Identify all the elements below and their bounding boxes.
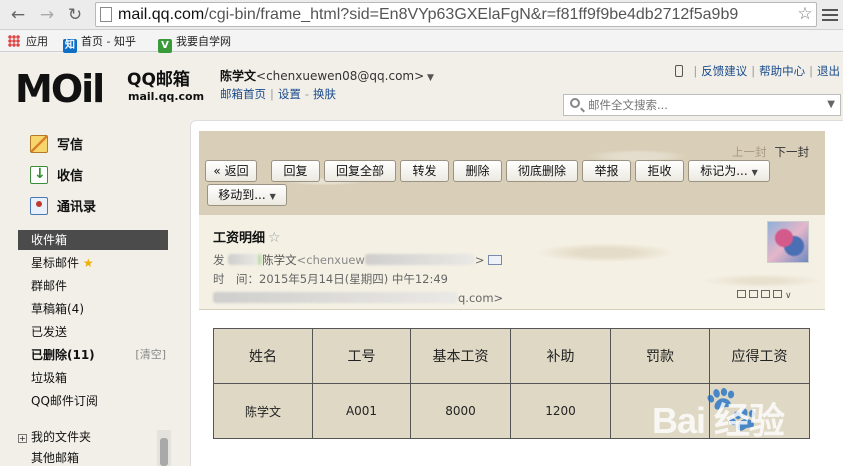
link-help[interactable]: 帮助中心 [759,64,805,78]
expand-icon[interactable]: + [18,434,27,443]
redacted-block [364,254,475,265]
chevron-down-icon: ▼ [751,168,758,177]
reject-button[interactable]: 拒收 [635,160,684,182]
move-to-button[interactable]: 移动到... ▼ [207,184,287,206]
download-icon[interactable] [761,290,770,298]
print-icon[interactable] [773,290,782,298]
receive-button[interactable]: 收信 [30,164,83,186]
back-arrow-icon[interactable]: ← [6,3,30,27]
redacted-block [228,254,259,265]
recipient-line: q.com> [213,290,503,306]
address-card-icon[interactable] [488,255,503,265]
zixue-icon: V [158,39,172,53]
mark-as-button[interactable]: 标记为... ▼ [688,160,770,182]
table-cell: A001 [312,383,411,439]
mail-header: MOil QQ邮箱 mail.qq.com 陈学文<chenxuewen08@q… [0,53,843,120]
baidu-watermark: 🐾 Bai 经验 jingyan.baidu.com [652,383,786,453]
sender-line: 发 陈学文<chenxuew > [213,252,503,268]
bookmark-zhihu[interactable]: 知首页 - 知乎 [63,33,136,53]
apps-grid-icon [8,35,20,47]
search-dropdown-icon[interactable]: ▼ [827,99,835,110]
link-settings[interactable]: 设置 [278,87,301,101]
bookmark-apps[interactable]: 应用 [8,33,48,50]
table-header-row: 姓名 工号 基本工资 补助 罚款 应得工资 [213,328,810,384]
url-text: mail.qq.com/cgi-bin/frame_html?sid=En8VY… [118,6,739,23]
write-icon [30,135,48,153]
qqmail-logo[interactable]: MOil [15,69,105,109]
forward-button[interactable]: 转发 [400,160,449,182]
report-button[interactable]: 举报 [582,160,631,182]
link-feedback[interactable]: 反馈建议 [701,64,747,78]
sidebar: 写信 收信 通讯录 收件箱 星标邮件 ★ 群邮件 草稿箱(4) 已发送 已删除(… [0,120,190,466]
mail-search: ▼ [563,94,841,116]
top-links: | 反馈建议 | 帮助中心 | 退出 [675,63,840,79]
time-line: 时 间：2015年5月14日(星期四) 中午12:49 [213,272,448,286]
table-cell: 陈学文 [213,383,313,439]
browser-menu-icon[interactable] [822,6,838,22]
user-identity: 陈学文<chenxuewen08@qq.com> ▼ [220,69,434,83]
table-cell: 1200 [510,383,611,439]
reply-all-button[interactable]: 回复全部 [324,160,396,182]
new-window-icon[interactable] [737,290,746,298]
zhihu-icon: 知 [63,39,77,53]
reply-button[interactable]: 回复 [271,160,320,182]
delete-button[interactable]: 删除 [453,160,502,182]
star-icon: ★ [82,256,94,270]
mail-view-tools: ∨ [737,287,795,301]
bookmark-star-icon[interactable]: ☆ [796,5,814,25]
logo-brand: QQ邮箱 [127,70,190,90]
next-mail-link[interactable]: 下一封 [775,145,810,159]
delete-permanently-button[interactable]: 彻底删除 [506,160,578,182]
folder-spam[interactable]: 垃圾箱 [18,368,168,388]
link-skin[interactable]: 换肤 [313,87,336,101]
search-input[interactable] [588,96,818,114]
sidebar-scrollbar-thumb[interactable] [160,438,168,466]
chevron-down-icon: ▼ [269,192,276,201]
phone-icon[interactable] [675,65,684,77]
mail-subject: 工资明细 ☆ [213,230,281,246]
folder-starred[interactable]: 星标邮件 ★ [18,253,168,273]
sender-avatar[interactable] [767,221,809,263]
compose-button[interactable]: 写信 [30,135,83,155]
chevron-down-icon[interactable]: ∨ [785,291,792,301]
link-mailbox-home[interactable]: 邮箱首页 [220,87,266,101]
address-bar[interactable]: mail.qq.com/cgi-bin/frame_html?sid=En8VY… [95,2,817,27]
empty-trash-link[interactable]: [清空] [135,345,166,365]
table-header: 补助 [510,328,611,384]
table-cell: 8000 [410,383,511,439]
folder-sent[interactable]: 已发送 [18,322,168,342]
page-icon [100,7,112,22]
contacts-button[interactable]: 通讯录 [30,197,96,217]
table-header: 工号 [312,328,411,384]
table-header: 应得工资 [709,328,810,384]
forward-arrow-icon[interactable]: → [35,3,59,27]
folder-subscriptions[interactable]: QQ邮件订阅 [18,391,168,411]
folder-other-mailboxes[interactable]: 其他邮箱 [18,448,168,466]
table-header: 基本工资 [410,328,511,384]
folder-my-folders[interactable]: + 我的文件夹 [18,427,168,447]
folder-inbox[interactable]: 收件箱 [18,230,168,250]
logo-domain: mail.qq.com [128,90,205,103]
user-links: 邮箱首页 | 设置 - 换肤 [220,87,337,101]
redacted-block [213,292,458,303]
link-logout[interactable]: 退出 [817,64,840,78]
contacts-icon [30,197,48,215]
browser-toolbar: ← → ↻ mail.qq.com/cgi-bin/frame_html?sid… [0,0,843,30]
reload-icon[interactable]: ↻ [63,3,87,27]
account-dropdown-icon[interactable]: ▼ [424,73,434,83]
mail-pager: 上一封 下一封 [732,144,809,160]
inbox-icon [30,164,48,184]
search-icon [570,98,580,108]
back-button[interactable]: « 返回 [205,160,257,182]
folder-group[interactable]: 群邮件 [18,276,168,296]
star-outline-icon[interactable]: ☆ [268,230,281,246]
bookmark-zixue[interactable]: V 我要自学网 [158,33,231,53]
prev-mail-link[interactable]: 上一封 [732,145,767,159]
table-header: 罚款 [610,328,710,384]
print-preview-icon[interactable] [749,290,758,298]
folder-drafts[interactable]: 草稿箱(4) [18,299,168,319]
bookmarks-bar: 应用 知首页 - 知乎 V 我要自学网 [0,30,843,53]
table-header: 姓名 [213,328,313,384]
folder-deleted[interactable]: 已删除(11) [清空] [18,345,168,365]
